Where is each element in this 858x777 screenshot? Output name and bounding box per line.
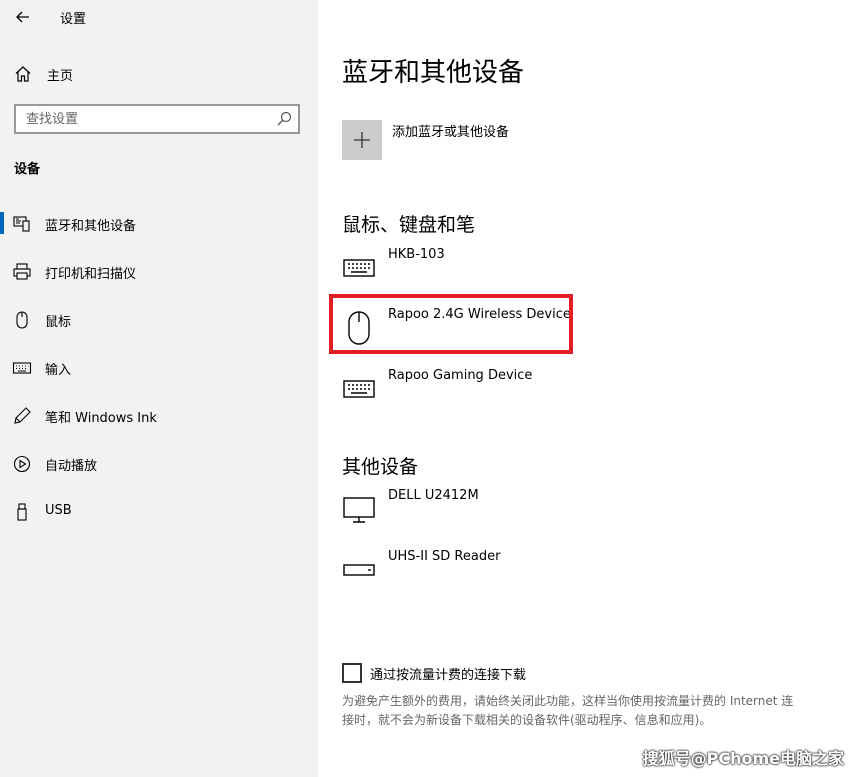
- metered-download-checkbox[interactable]: [342, 663, 362, 683]
- back-button[interactable]: [12, 6, 34, 28]
- keyboard-icon: [343, 380, 375, 398]
- sidebar-item-label: 笔和 Windows Ink: [45, 411, 157, 426]
- sidebar-item-printers[interactable]: 打印机和扫描仪: [0, 256, 318, 286]
- sidebar-item-label: 输入: [45, 363, 72, 378]
- device-name: HKB-103: [388, 247, 445, 262]
- sidebar-item-label: 打印机和扫描仪: [45, 267, 137, 282]
- add-device-label[interactable]: 添加蓝牙或其他设备: [392, 121, 509, 140]
- window-title: 设置: [60, 12, 87, 27]
- device-item-sd-reader[interactable]: UHS-II SD Reader: [342, 549, 742, 597]
- keyboard-icon: [12, 362, 32, 374]
- pen-icon: [14, 407, 31, 424]
- sidebar-item-usb[interactable]: USB: [0, 496, 318, 526]
- autoplay-icon: [13, 455, 31, 473]
- monitor-icon: [343, 497, 375, 523]
- search-box[interactable]: [14, 104, 300, 134]
- plus-icon: [354, 132, 370, 148]
- metered-description: 为避免产生额外的费用，请始终关闭此功能，这样当你使用按流量计费的 Interne…: [342, 694, 794, 727]
- highlight-annotation: [329, 294, 573, 354]
- device-name: UHS-II SD Reader: [388, 549, 501, 564]
- main-content: 蓝牙和其他设备 添加蓝牙或其他设备 鼠标、键盘和笔 HKB-103 Rapoo …: [318, 0, 858, 777]
- mouse-icon: [16, 311, 28, 329]
- sidebar-item-label: 鼠标: [45, 315, 72, 330]
- sidebar-item-label: 蓝牙和其他设备: [45, 219, 137, 234]
- metered-download-label[interactable]: 通过按流量计费的连接下载: [370, 664, 526, 683]
- printer-icon: [13, 263, 31, 280]
- page-title: 蓝牙和其他设备: [342, 58, 525, 88]
- sidebar-item-bluetooth[interactable]: 蓝牙和其他设备: [0, 208, 318, 238]
- device-item-rapoo-gaming[interactable]: Rapoo Gaming Device: [342, 368, 742, 416]
- device-item-hkb-103[interactable]: HKB-103: [342, 247, 742, 295]
- group-title-input-devices: 鼠标、键盘和笔: [342, 214, 476, 236]
- sidebar-item-home[interactable]: 主页: [14, 62, 73, 86]
- sidebar-item-input[interactable]: 输入: [0, 352, 318, 382]
- sidebar-item-pen[interactable]: 笔和 Windows Ink: [0, 400, 318, 430]
- usb-icon: [17, 503, 27, 521]
- sidebar: 设置 主页 设备 蓝牙和其他设备 打印机和扫描仪: [0, 0, 318, 777]
- sidebar-item-autoplay[interactable]: 自动播放: [0, 448, 318, 478]
- back-arrow-icon: [16, 11, 29, 23]
- search-icon[interactable]: [276, 111, 292, 127]
- device-item-dell-monitor[interactable]: DELL U2412M: [342, 488, 742, 536]
- sidebar-item-label: 自动播放: [45, 459, 98, 474]
- drive-icon: [343, 564, 375, 576]
- add-device-button[interactable]: [342, 120, 382, 160]
- device-name: Rapoo Gaming Device: [388, 368, 533, 383]
- group-title-other-devices: 其他设备: [342, 456, 419, 478]
- sidebar-item-label: USB: [45, 503, 72, 518]
- selection-indicator: [0, 212, 4, 234]
- device-name: DELL U2412M: [388, 488, 479, 503]
- section-heading-devices: 设备: [14, 162, 41, 177]
- watermark: 搜狐号@PChome电脑之家: [642, 749, 844, 768]
- bluetooth-devices-icon: [13, 216, 30, 232]
- home-icon: [15, 66, 31, 82]
- sidebar-item-home-label: 主页: [47, 68, 74, 84]
- keyboard-icon: [343, 259, 375, 277]
- search-input[interactable]: [16, 106, 276, 132]
- sidebar-item-mouse[interactable]: 鼠标: [0, 304, 318, 334]
